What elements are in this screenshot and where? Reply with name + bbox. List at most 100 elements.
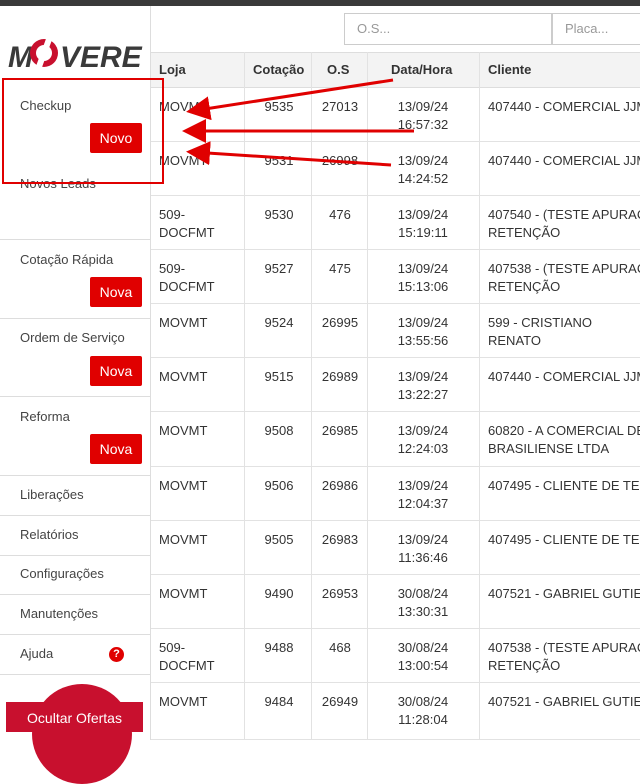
sidebar-item-label: Reforma (20, 409, 70, 424)
table-row[interactable]: MOVMT 9505 26983 13/09/24 11:36:46 407495 - … (151, 521, 640, 575)
cell-cliente: 407495 - CLIENTE DE TE (488, 532, 640, 547)
cell-cliente: 407540 - (TESTE APURAÇ RETENÇÃO (488, 207, 640, 240)
cell-cotacao: 9515 (264, 369, 294, 384)
placa-search-input[interactable]: Placa... (552, 13, 640, 45)
cell-data-hora: 13/09/24 14:24:52 (397, 153, 449, 186)
sidebar-item-ajuda[interactable]: Ajuda ? (0, 635, 150, 675)
cell-data-hora: 13/09/24 12:24:03 (397, 423, 449, 456)
table-row[interactable]: 509- DOCFMT 9530 476 13/09/24 15:19:11 40754… (151, 196, 640, 250)
table-row[interactable]: MOVMT 9484 26949 30/08/24 11:28:04 407521 - … (151, 683, 640, 740)
cell-cotacao: 9490 (264, 586, 294, 601)
cell-loja: MOVMT (159, 586, 208, 601)
cell-cliente: 60820 - A COMERCIAL DE BRASILIENSE LTDA (488, 423, 640, 456)
cell-data-hora: 13/09/24 13:55:56 (397, 315, 449, 348)
cell-data-hora: 30/08/24 13:00:54 (397, 640, 449, 673)
cell-os: 26986 (321, 478, 359, 493)
column-header-os[interactable]: O.S (327, 53, 349, 89)
sidebar-item-label: Liberações (20, 487, 84, 502)
cell-os: 26985 (321, 423, 359, 438)
cell-os: 468 (329, 640, 351, 655)
cell-loja: MOVMT (159, 99, 208, 114)
cell-data-hora: 13/09/24 15:19:11 (397, 207, 449, 240)
column-header-data-hora[interactable]: Data/Hora (391, 53, 452, 89)
cell-loja: 509- DOCFMT (159, 261, 215, 294)
table-row[interactable]: MOVMT 9508 26985 13/09/24 12:24:03 60820 - A… (151, 412, 640, 467)
cell-cotacao: 9535 (264, 99, 294, 114)
cell-cotacao: 9524 (264, 315, 294, 330)
svg-text:VERE: VERE (60, 41, 143, 74)
cell-data-hora: 13/09/24 11:36:46 (397, 532, 449, 565)
sidebar-item-label: Ajuda (20, 646, 54, 661)
cell-loja: MOVMT (159, 694, 208, 709)
cell-loja: MOVMT (159, 478, 208, 493)
cell-os: 27013 (321, 99, 359, 114)
cell-os: 26983 (321, 532, 359, 547)
cell-cliente: 407521 - GABRIEL GUTIE (488, 694, 640, 709)
table-row[interactable]: MOVMT 9490 26953 30/08/24 13:30:31 407521 - … (151, 575, 640, 629)
cell-cotacao: 9508 (264, 423, 294, 438)
cell-cliente: 407440 - COMERCIAL JJM (488, 369, 640, 384)
table-row[interactable]: MOVMT 9515 26989 13/09/24 13:22:27 407440 - … (151, 358, 640, 412)
cell-cliente: 599 - CRISTIANO RENATO (488, 315, 593, 348)
cell-loja: MOVMT (159, 423, 208, 438)
cell-cotacao: 9505 (264, 532, 294, 547)
table-row[interactable]: MOVMT 9535 27013 13/09/24 16:57:32 407440 - … (151, 88, 640, 142)
sidebar-item-label: Cotação Rápida (20, 252, 114, 267)
cell-data-hora: 30/08/24 11:28:04 (397, 694, 449, 727)
cell-os: 26953 (321, 586, 359, 601)
sidebar-item-cotacao-rapida[interactable]: Cotação Rápida Nova (0, 240, 150, 319)
cell-loja: MOVMT (159, 153, 208, 168)
cell-cotacao: 9488 (264, 640, 294, 655)
svg-text:M: M (8, 41, 34, 74)
cell-loja: MOVMT (159, 532, 208, 547)
cell-cliente: 407440 - COMERCIAL JJM (488, 99, 640, 114)
cell-data-hora: 13/09/24 12:04:37 (397, 478, 449, 511)
movere-logo: M VERE (8, 36, 143, 74)
sidebar-item-reforma[interactable]: Reforma Nova (0, 397, 150, 476)
cell-cotacao: 9484 (264, 694, 294, 709)
cell-os: 26949 (321, 694, 359, 709)
cell-cliente: 407538 - (TESTE APURAÇ RETENÇÃO (488, 261, 640, 294)
cell-cliente: 407495 - CLIENTE DE TE (488, 478, 640, 493)
cell-cliente: 407538 - (TESTE APURAÇ RETENÇÃO (488, 640, 640, 673)
table-row[interactable]: 509- DOCFMT 9527 475 13/09/24 15:13:06 40753… (151, 250, 640, 304)
reforma-new-button[interactable]: Nova (90, 434, 142, 464)
cell-cotacao: 9527 (264, 261, 294, 276)
table-row[interactable]: MOVMT 9531 26998 13/09/24 14:24:52 407440 - … (151, 142, 640, 196)
cell-os: 476 (329, 207, 351, 222)
sidebar-item-label: Manutenções (20, 606, 99, 621)
cell-data-hora: 13/09/24 13:22:27 (397, 369, 449, 402)
cell-cotacao: 9506 (264, 478, 294, 493)
hide-offers-button[interactable]: Ocultar Ofertas (6, 702, 143, 732)
cell-data-hora: 13/09/24 16:57:32 (397, 99, 449, 132)
table-header: Loja Cotação O.S Data/Hora Cliente (151, 52, 640, 88)
os-search-input[interactable]: O.S... (344, 13, 552, 45)
column-header-cliente[interactable]: Cliente (488, 53, 531, 89)
ordem-servico-new-button[interactable]: Nova (90, 356, 142, 386)
cell-os: 26998 (321, 153, 359, 168)
column-header-cotacao[interactable]: Cotação (253, 53, 304, 89)
table-row[interactable]: MOVMT 9524 26995 13/09/24 13:55:56 599 - CRI… (151, 304, 640, 358)
cell-cliente: 407521 - GABRIEL GUTIE (488, 586, 640, 601)
cell-os: 26989 (321, 369, 359, 384)
cell-os: 475 (329, 261, 351, 276)
sidebar-item-relatorios[interactable]: Relatórios (0, 516, 150, 556)
cell-loja: MOVMT (159, 315, 208, 330)
cell-cotacao: 9530 (264, 207, 294, 222)
cell-cliente: 407440 - COMERCIAL JJM (488, 153, 640, 168)
table-row[interactable]: 509- DOCFMT 9488 468 30/08/24 13:00:54 40753… (151, 629, 640, 683)
cell-data-hora: 13/09/24 15:13:06 (397, 261, 449, 294)
sidebar-item-liberacoes[interactable]: Liberações (0, 476, 150, 516)
cell-os: 26995 (321, 315, 359, 330)
cell-data-hora: 30/08/24 13:30:31 (397, 586, 449, 619)
sidebar-item-ordem-servico[interactable]: Ordem de Serviço Nova (0, 319, 150, 397)
cell-cotacao: 9531 (264, 153, 294, 168)
help-icon[interactable]: ? (109, 647, 124, 662)
offers-logo-circle (32, 684, 132, 784)
sidebar-item-label: Ordem de Serviço (20, 330, 125, 345)
table-row[interactable]: MOVMT 9506 26986 13/09/24 12:04:37 407495 - … (151, 467, 640, 521)
sidebar-item-configuracoes[interactable]: Configurações (0, 556, 150, 595)
cotacao-new-button[interactable]: Nova (90, 277, 142, 307)
cell-loja: 509- DOCFMT (159, 207, 215, 240)
sidebar-item-manutencoes[interactable]: Manutenções (0, 595, 150, 635)
